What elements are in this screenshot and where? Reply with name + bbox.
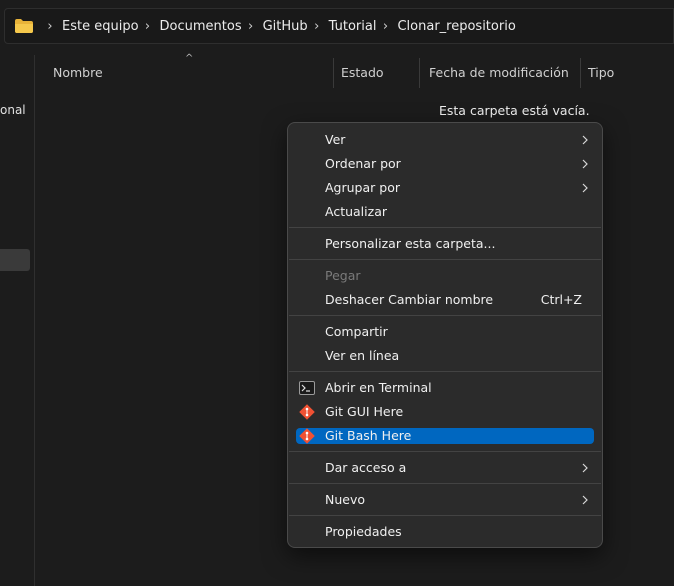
menu-item-git-bash[interactable]: Git Bash Here	[296, 428, 594, 444]
column-divider[interactable]	[580, 58, 581, 88]
menu-item-label: Personalizar esta carpeta...	[325, 236, 496, 251]
menu-item-personalizar[interactable]: Personalizar esta carpeta...	[296, 232, 594, 256]
menu-item-label: Git Bash Here	[325, 428, 412, 443]
menu-item-label: Deshacer Cambiar nombre	[325, 292, 494, 307]
column-headers: ^ Nombre Estado Fecha de modificación Ti…	[35, 53, 674, 91]
chevron-right-icon	[582, 159, 588, 169]
column-divider[interactable]	[333, 58, 334, 88]
menu-separator	[289, 371, 601, 372]
menu-item-label: Ver en línea	[325, 348, 400, 363]
chevron-right-icon[interactable]: ›	[246, 19, 256, 34]
address-bar[interactable]: › Este equipo › Documentos › GitHub › Tu…	[4, 8, 674, 44]
chevron-right-icon[interactable]: ›	[312, 19, 322, 34]
nav-item-selected[interactable]	[0, 249, 30, 271]
column-divider[interactable]	[419, 58, 420, 88]
context-menu: Ver Ordenar por Agrupar por Actualizar P…	[287, 122, 603, 548]
menu-item-label: Actualizar	[325, 204, 387, 219]
git-icon	[299, 404, 315, 420]
chevron-right-icon[interactable]: ›	[143, 19, 153, 34]
menu-item-label: Git GUI Here	[325, 404, 404, 419]
chevron-right-icon	[582, 495, 588, 505]
breadcrumb: › Este equipo › Documentos › GitHub › Tu…	[15, 19, 516, 34]
menu-item-actualizar[interactable]: Actualizar	[296, 200, 594, 224]
menu-item-label: Compartir	[325, 324, 388, 339]
menu-item-label: Propiedades	[325, 524, 402, 539]
menu-item-label: Dar acceso a	[325, 460, 407, 475]
menu-separator	[289, 315, 601, 316]
menu-item-deshacer[interactable]: Deshacer Cambiar nombre Ctrl+Z	[296, 288, 594, 312]
menu-item-ver[interactable]: Ver	[296, 128, 594, 152]
menu-item-nuevo[interactable]: Nuevo	[296, 488, 594, 512]
menu-item-label: Abrir en Terminal	[325, 380, 432, 395]
chevron-right-icon: ›	[47, 18, 53, 34]
menu-item-label: Pegar	[325, 268, 361, 283]
navigation-pane[interactable]: onal	[0, 55, 35, 586]
breadcrumb-documentos[interactable]: Documentos	[160, 19, 242, 34]
column-header-estado[interactable]: Estado	[341, 55, 384, 91]
menu-item-propiedades[interactable]: Propiedades	[296, 520, 594, 544]
empty-folder-message: Esta carpeta está vacía.	[439, 103, 590, 118]
nav-item-label[interactable]: onal	[0, 103, 26, 117]
chevron-right-icon	[582, 183, 588, 193]
git-icon	[299, 428, 315, 444]
menu-item-abrir-terminal[interactable]: Abrir en Terminal	[296, 376, 594, 400]
breadcrumb-github[interactable]: GitHub	[263, 19, 308, 34]
menu-separator	[289, 227, 601, 228]
menu-item-pegar: Pegar	[296, 264, 594, 288]
menu-separator	[289, 515, 601, 516]
menu-item-ordenar-por[interactable]: Ordenar por	[296, 152, 594, 176]
menu-item-label: Ver	[325, 132, 346, 147]
menu-item-dar-acceso[interactable]: Dar acceso a	[296, 456, 594, 480]
menu-item-shortcut: Ctrl+Z	[540, 292, 582, 307]
chevron-right-icon	[582, 135, 588, 145]
menu-separator	[289, 451, 601, 452]
menu-item-label: Nuevo	[325, 492, 366, 507]
menu-item-git-gui[interactable]: Git GUI Here	[296, 400, 594, 424]
column-header-tipo[interactable]: Tipo	[588, 55, 614, 91]
menu-item-label: Agrupar por	[325, 180, 400, 195]
folder-icon	[15, 19, 33, 33]
column-header-nombre[interactable]: Nombre	[53, 55, 103, 91]
menu-item-agrupar-por[interactable]: Agrupar por	[296, 176, 594, 200]
breadcrumb-este-equipo[interactable]: Este equipo	[62, 19, 139, 34]
chevron-right-icon	[582, 463, 588, 473]
menu-separator	[289, 259, 601, 260]
sort-ascending-icon: ^	[185, 53, 194, 64]
menu-item-compartir[interactable]: Compartir	[296, 320, 594, 344]
column-header-fecha[interactable]: Fecha de modificación	[429, 55, 569, 91]
terminal-icon	[299, 381, 315, 395]
menu-item-ver-en-linea[interactable]: Ver en línea	[296, 344, 594, 368]
menu-item-label: Ordenar por	[325, 156, 401, 171]
breadcrumb-tutorial[interactable]: Tutorial	[329, 19, 377, 34]
chevron-right-icon[interactable]: ›	[380, 19, 390, 34]
menu-separator	[289, 483, 601, 484]
breadcrumb-clonar-repositorio[interactable]: Clonar_repositorio	[397, 19, 515, 34]
